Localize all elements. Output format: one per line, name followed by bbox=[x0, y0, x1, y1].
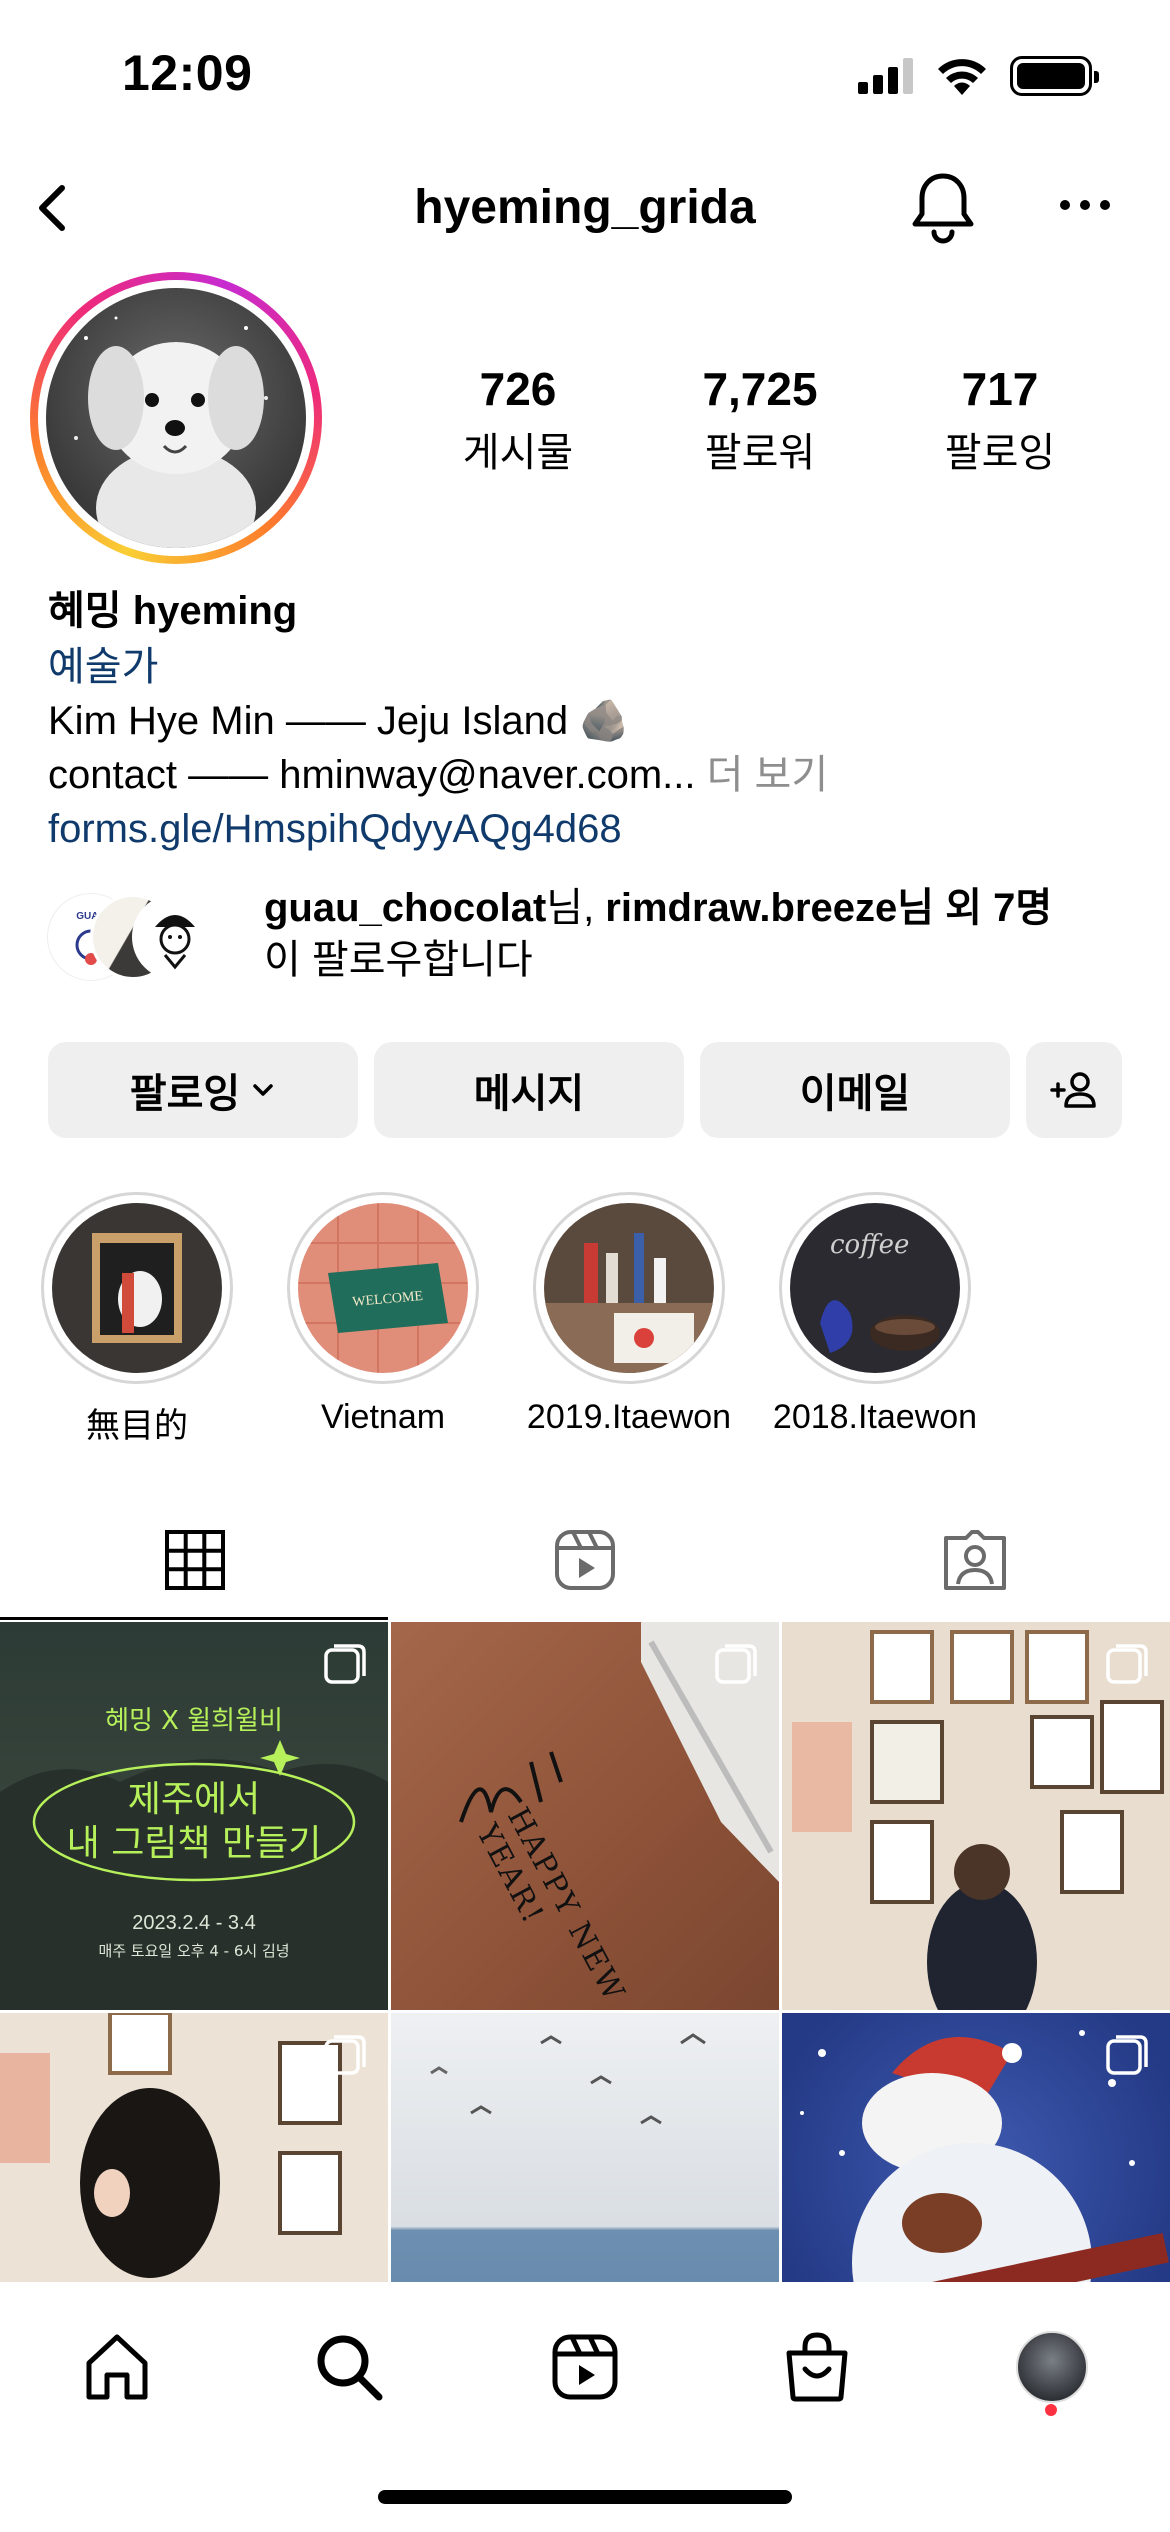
carousel-icon bbox=[715, 1644, 757, 1684]
reels-icon bbox=[555, 1530, 615, 1590]
highlight-4[interactable]: coffee 2018.Itaewon bbox=[750, 1192, 1000, 1437]
mutual-user-2[interactable]: rimdraw.breeze bbox=[605, 886, 897, 930]
profile-username: hyeming_grida bbox=[414, 181, 756, 234]
highlight-4-cover: coffee bbox=[790, 1203, 960, 1373]
reels-icon bbox=[552, 2334, 618, 2400]
highlight-3[interactable]: 2019.Itaewon bbox=[504, 1192, 754, 1437]
carousel-icon bbox=[324, 2035, 366, 2075]
profile-bio: 혜밍 hyeming 예술가 Kim Hye Min —— Jeju Islan… bbox=[48, 582, 1128, 856]
post-1-time: 매주 토요일 오후 4 - 6시 김녕 bbox=[98, 1942, 290, 1960]
posts-label: 게시물 bbox=[462, 431, 574, 475]
status-bar: 12:09 bbox=[0, 0, 1170, 150]
carousel-icon bbox=[324, 1644, 366, 1684]
highlight-2-cover: WELCOME bbox=[298, 1203, 468, 1373]
svg-text:coffee: coffee bbox=[830, 1230, 909, 1260]
profile-tabs bbox=[0, 1500, 1170, 1620]
add-person-icon bbox=[1050, 1072, 1096, 1108]
discover-people-button[interactable] bbox=[1026, 1042, 1122, 1138]
tab-tagged[interactable] bbox=[780, 1500, 1170, 1620]
shopping-bag-icon bbox=[786, 2332, 848, 2402]
post-thumbnail-2[interactable]: HAPPY NEW YEAR! bbox=[391, 1622, 779, 2010]
mutual-followers-avatars: GUAU bbox=[48, 894, 228, 980]
cellular-signal-icon bbox=[858, 58, 913, 94]
grid-icon bbox=[165, 1530, 225, 1590]
email-button-label: 이메일 bbox=[799, 1072, 911, 1116]
notification-bell-icon[interactable] bbox=[908, 170, 978, 246]
post-thumbnail-3[interactable] bbox=[782, 1622, 1170, 2010]
following-button[interactable]: 팔로잉 bbox=[48, 1042, 358, 1138]
avatar-image bbox=[46, 288, 306, 548]
post-thumbnail-4[interactable] bbox=[0, 2013, 388, 2282]
highlight-2-label: Vietnam bbox=[320, 1398, 446, 1436]
followers-label: 팔로워 bbox=[704, 431, 816, 475]
battery-icon bbox=[1010, 56, 1099, 96]
chevron-down-icon bbox=[253, 1084, 273, 1096]
nav-profile[interactable] bbox=[1007, 2322, 1097, 2412]
carousel-icon bbox=[1106, 1644, 1148, 1684]
highlight-3-label: 2019.Itaewon bbox=[526, 1398, 732, 1436]
highlight-1-label: 無目的 bbox=[86, 1407, 188, 1445]
message-button-label: 메시지 bbox=[473, 1072, 585, 1116]
highlight-2[interactable]: WELCOME Vietnam bbox=[258, 1192, 508, 1437]
nav-shop[interactable] bbox=[772, 2322, 862, 2412]
notification-dot bbox=[1045, 2404, 1057, 2416]
following-count: 717 bbox=[961, 363, 1039, 415]
nav-home[interactable] bbox=[72, 2322, 162, 2412]
carousel-icon bbox=[1106, 2035, 1148, 2075]
tab-reels[interactable] bbox=[390, 1500, 780, 1620]
stat-posts[interactable]: 726 게시물 bbox=[408, 362, 628, 478]
followers-count: 7,725 bbox=[702, 363, 818, 415]
more-options-icon[interactable] bbox=[1058, 185, 1112, 225]
bio-more-link[interactable]: 더 보기 bbox=[696, 753, 829, 797]
bio-website-link[interactable]: forms.gle/HmspihQdyyAQg4d68 bbox=[48, 802, 1128, 856]
posts-grid: 혜밍 X 윌희윌비 제주에서 내 그림책 만들기 2023.2.4 - 3.4 … bbox=[0, 1622, 1170, 2282]
profile-avatar[interactable] bbox=[30, 272, 322, 564]
home-indicator bbox=[378, 2490, 792, 2504]
tagged-person-icon bbox=[944, 1530, 1006, 1590]
tab-posts-grid[interactable] bbox=[0, 1500, 390, 1620]
profile-thumbnail bbox=[1016, 2331, 1088, 2403]
status-icons bbox=[858, 56, 1099, 96]
search-icon bbox=[317, 2335, 383, 2401]
followed-by-line-2: 이 팔로우합니다 bbox=[264, 938, 533, 982]
following-label: 팔로잉 bbox=[944, 431, 1056, 475]
highlight-1-cover bbox=[52, 1203, 222, 1373]
mutual-suffix-1: 님, bbox=[546, 886, 606, 930]
highlight-4-label: 2018.Itaewon bbox=[772, 1398, 978, 1436]
stat-followers[interactable]: 7,725 팔로워 bbox=[650, 362, 870, 478]
profile-header: hyeming_grida bbox=[0, 160, 1170, 260]
nav-search[interactable] bbox=[304, 2322, 394, 2412]
post-1-title-2: 내 그림책 만들기 bbox=[66, 1823, 322, 1864]
highlight-1[interactable]: 無目的 bbox=[12, 1192, 262, 1447]
mutual-avatar-3 bbox=[132, 894, 218, 980]
posts-count: 726 bbox=[479, 363, 557, 415]
mutual-user-1[interactable]: guau_chocolat bbox=[264, 886, 546, 930]
post-thumbnail-1[interactable]: 혜밍 X 윌희윌비 제주에서 내 그림책 만들기 2023.2.4 - 3.4 … bbox=[0, 1622, 388, 2010]
bio-line-2-text: contact —— hminway@naver.com... bbox=[48, 753, 696, 797]
email-button[interactable]: 이메일 bbox=[700, 1042, 1010, 1138]
post-thumbnail-6[interactable] bbox=[782, 2013, 1170, 2282]
profile-category[interactable]: 예술가 bbox=[48, 640, 1128, 694]
active-tab-indicator bbox=[0, 1617, 388, 1620]
following-button-label: 팔로잉 bbox=[129, 1072, 241, 1116]
home-icon bbox=[86, 2334, 148, 2400]
nav-reels[interactable] bbox=[540, 2322, 630, 2412]
message-button[interactable]: 메시지 bbox=[374, 1042, 684, 1138]
bio-line-2: contact —— hminway@naver.com... 더 보기 bbox=[48, 748, 1128, 802]
post-1-top-line: 혜밍 X 윌희윌비 bbox=[105, 1706, 283, 1736]
followed-by[interactable]: GUAU guau_chocolat님, rimdraw.breeze님 외 7… bbox=[48, 882, 1128, 992]
wifi-icon bbox=[938, 59, 986, 95]
bio-line-1: Kim Hye Min —— Jeju Island 🪨 bbox=[48, 699, 630, 743]
followed-by-text: guau_chocolat님, rimdraw.breeze님 외 7명 이 팔… bbox=[264, 882, 1052, 986]
highlight-3-cover bbox=[544, 1203, 714, 1373]
post-1-date: 2023.2.4 - 3.4 bbox=[132, 1912, 256, 1934]
status-time: 12:09 bbox=[122, 45, 253, 101]
display-name: 혜밍 hyeming bbox=[48, 589, 298, 633]
stat-following[interactable]: 717 팔로잉 bbox=[890, 362, 1110, 478]
post-thumbnail-5[interactable] bbox=[391, 2013, 779, 2282]
mutual-suffix-2: 님 외 7명 bbox=[897, 886, 1053, 930]
